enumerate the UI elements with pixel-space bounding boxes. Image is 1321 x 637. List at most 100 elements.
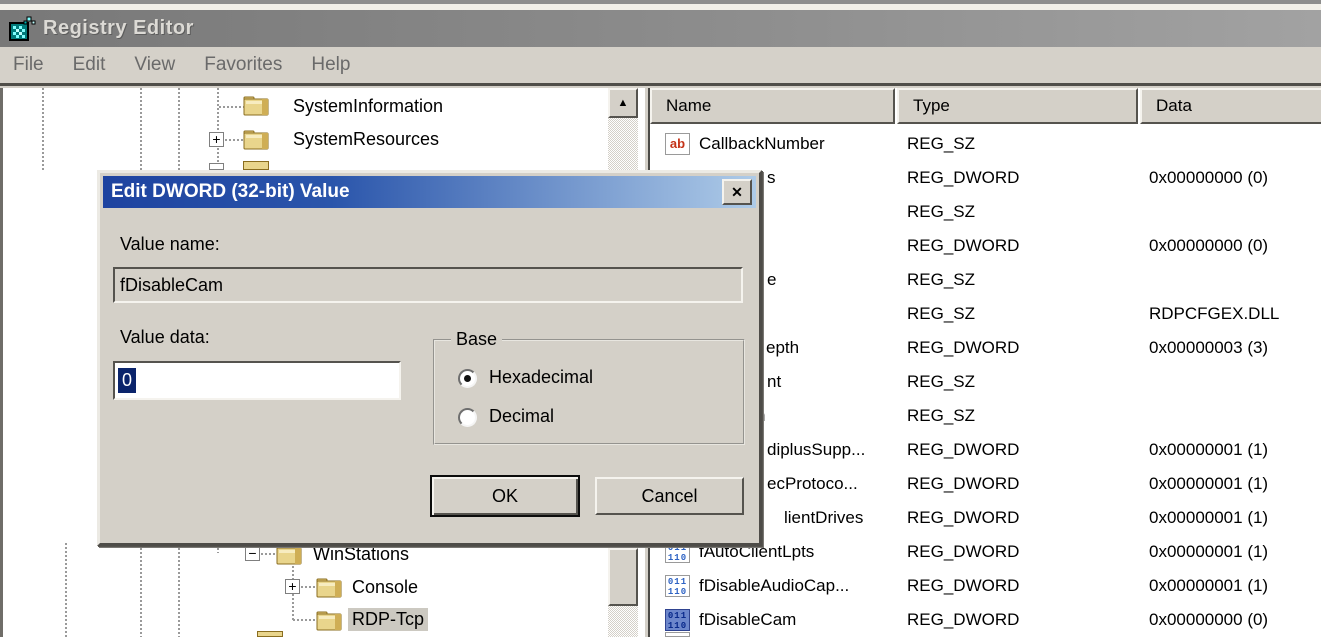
value-type: REG_DWORD bbox=[907, 163, 1019, 193]
folder-icon bbox=[316, 609, 342, 631]
tree-connector bbox=[225, 139, 245, 141]
tree-item-label: Console bbox=[352, 577, 418, 598]
tree-item-label-selected: RDP-Tcp bbox=[348, 608, 428, 631]
column-header-type[interactable]: Type bbox=[897, 88, 1138, 124]
partial-folder-icon bbox=[243, 161, 269, 170]
value-name-fragment: lientDrives bbox=[784, 503, 863, 533]
tree-guide bbox=[42, 88, 44, 170]
dialog-title: Edit DWORD (32-bit) Value bbox=[111, 181, 350, 202]
value-type: REG_DWORD bbox=[907, 503, 1019, 533]
dword-glyph: 011 bbox=[668, 577, 687, 587]
value-data: 0x00000000 (0) bbox=[1149, 163, 1268, 193]
expand-plus-icon[interactable]: + bbox=[209, 132, 224, 147]
edit-dword-dialog: Edit DWORD (32-bit) Value ✕ Value name: … bbox=[97, 170, 762, 546]
tree-connector bbox=[293, 619, 317, 621]
folder-icon bbox=[316, 576, 342, 598]
dword-glyph: 011 bbox=[668, 611, 687, 621]
value-name-label: Value name: bbox=[120, 234, 220, 255]
value-data: RDPCFGEX.DLL bbox=[1149, 299, 1279, 329]
value-type: REG_SZ bbox=[907, 197, 975, 227]
value-name-fragment: nt bbox=[767, 367, 781, 397]
close-button[interactable]: ✕ bbox=[722, 179, 752, 205]
value-data-input[interactable]: 0 bbox=[113, 361, 401, 400]
hexadecimal-radio-label[interactable]: Hexadecimal bbox=[489, 367, 593, 388]
value-name-fragment: diplusSupp... bbox=[767, 435, 865, 465]
window-title: Registry Editor bbox=[43, 17, 194, 40]
tree-item-label: SystemResources bbox=[293, 129, 439, 150]
title-bar[interactable]: Registry Editor bbox=[0, 10, 1321, 47]
table-row-selected[interactable]: 011110 fDisableCam REG_DWORD 0x00000000 … bbox=[650, 605, 1321, 635]
tree-guide bbox=[65, 543, 67, 637]
menu-view[interactable]: View bbox=[134, 54, 175, 76]
value-type: REG_DWORD bbox=[907, 605, 1019, 635]
dword-glyph: 110 bbox=[668, 553, 687, 563]
value-data: 0x00000001 (1) bbox=[1149, 469, 1268, 499]
value-data: 0x00000000 (0) bbox=[1149, 231, 1268, 261]
close-icon: ✕ bbox=[731, 184, 743, 200]
registry-editor-icon bbox=[7, 14, 37, 44]
partial-row-icon bbox=[665, 632, 690, 637]
base-groupbox: Base Hexadecimal Decimal bbox=[433, 339, 745, 445]
tree-connector bbox=[219, 106, 245, 108]
dialog-title-bar[interactable]: Edit DWORD (32-bit) Value bbox=[103, 176, 756, 208]
tree-item-label: SystemInformation bbox=[293, 96, 443, 117]
menu-help[interactable]: Help bbox=[311, 54, 350, 76]
value-data: 0x00000000 (0) bbox=[1149, 605, 1268, 635]
value-type: REG_SZ bbox=[907, 401, 975, 431]
value-type: REG_DWORD bbox=[907, 231, 1019, 261]
reg-dword-icon: 011110 bbox=[665, 575, 690, 597]
value-name: fDisableCam bbox=[699, 605, 796, 635]
hexadecimal-radio[interactable] bbox=[458, 369, 477, 388]
scrollbar-thumb[interactable] bbox=[608, 548, 638, 606]
column-header-name[interactable]: Name bbox=[650, 88, 895, 124]
reg-sz-icon: ab bbox=[665, 133, 690, 155]
value-name-fragment: e bbox=[767, 265, 776, 295]
table-row[interactable]: 011110 fDisableAudioCap... REG_DWORD 0x0… bbox=[650, 571, 1321, 601]
tree-connector bbox=[301, 586, 317, 588]
scroll-up-button[interactable]: ▲ bbox=[608, 88, 638, 118]
ok-button[interactable]: OK bbox=[430, 475, 580, 517]
cancel-button[interactable]: Cancel bbox=[595, 477, 744, 515]
scroll-up-icon: ▲ bbox=[618, 97, 629, 109]
value-name-text: fDisableCam bbox=[120, 275, 223, 295]
value-name-field[interactable]: fDisableCam bbox=[113, 267, 743, 303]
value-name-fragment: s bbox=[767, 163, 776, 193]
menu-bar: File Edit View Favorites Help bbox=[0, 47, 1321, 86]
partial-folder-icon bbox=[257, 631, 283, 637]
column-header-data[interactable]: Data bbox=[1140, 88, 1321, 124]
decimal-radio-label[interactable]: Decimal bbox=[489, 406, 554, 427]
value-type: REG_DWORD bbox=[907, 469, 1019, 499]
value-data: 0x00000001 (1) bbox=[1149, 435, 1268, 465]
value-name-fragment: ecProtoco... bbox=[767, 469, 858, 499]
folder-icon bbox=[243, 94, 269, 116]
value-data: 0x00000003 (3) bbox=[1149, 333, 1268, 363]
value-data: 0x00000001 (1) bbox=[1149, 571, 1268, 601]
registry-editor-window: Registry Editor File Edit View Favorites… bbox=[0, 0, 1321, 637]
collapse-minus-icon[interactable]: − bbox=[245, 546, 260, 561]
selected-value-text: 0 bbox=[118, 368, 136, 393]
folder-icon bbox=[276, 543, 302, 565]
value-type: REG_DWORD bbox=[907, 537, 1019, 567]
value-type: REG_DWORD bbox=[907, 435, 1019, 465]
radio-dot bbox=[464, 375, 471, 382]
table-row[interactable]: ab CallbackNumber REG_SZ bbox=[650, 129, 1321, 159]
menu-edit[interactable]: Edit bbox=[73, 54, 106, 76]
folder-icon bbox=[243, 128, 269, 150]
value-type: REG_SZ bbox=[907, 299, 975, 329]
value-data: 0x00000001 (1) bbox=[1149, 503, 1268, 533]
value-type: REG_SZ bbox=[907, 265, 975, 295]
menu-file[interactable]: File bbox=[13, 54, 44, 76]
value-data: 0x00000001 (1) bbox=[1149, 537, 1268, 567]
value-type: REG_SZ bbox=[907, 367, 975, 397]
decimal-radio[interactable] bbox=[458, 408, 477, 427]
value-name: CallbackNumber bbox=[699, 129, 825, 159]
menu-favorites[interactable]: Favorites bbox=[204, 54, 282, 76]
value-type: REG_DWORD bbox=[907, 571, 1019, 601]
reg-dword-icon-selected: 011110 bbox=[665, 609, 690, 631]
value-type: REG_SZ bbox=[907, 129, 975, 159]
expand-plus-icon[interactable]: + bbox=[285, 579, 300, 594]
dword-glyph: 110 bbox=[668, 587, 687, 597]
dword-glyph: 110 bbox=[668, 621, 687, 631]
base-groupbox-label: Base bbox=[451, 329, 502, 350]
tree-connector bbox=[261, 553, 277, 555]
